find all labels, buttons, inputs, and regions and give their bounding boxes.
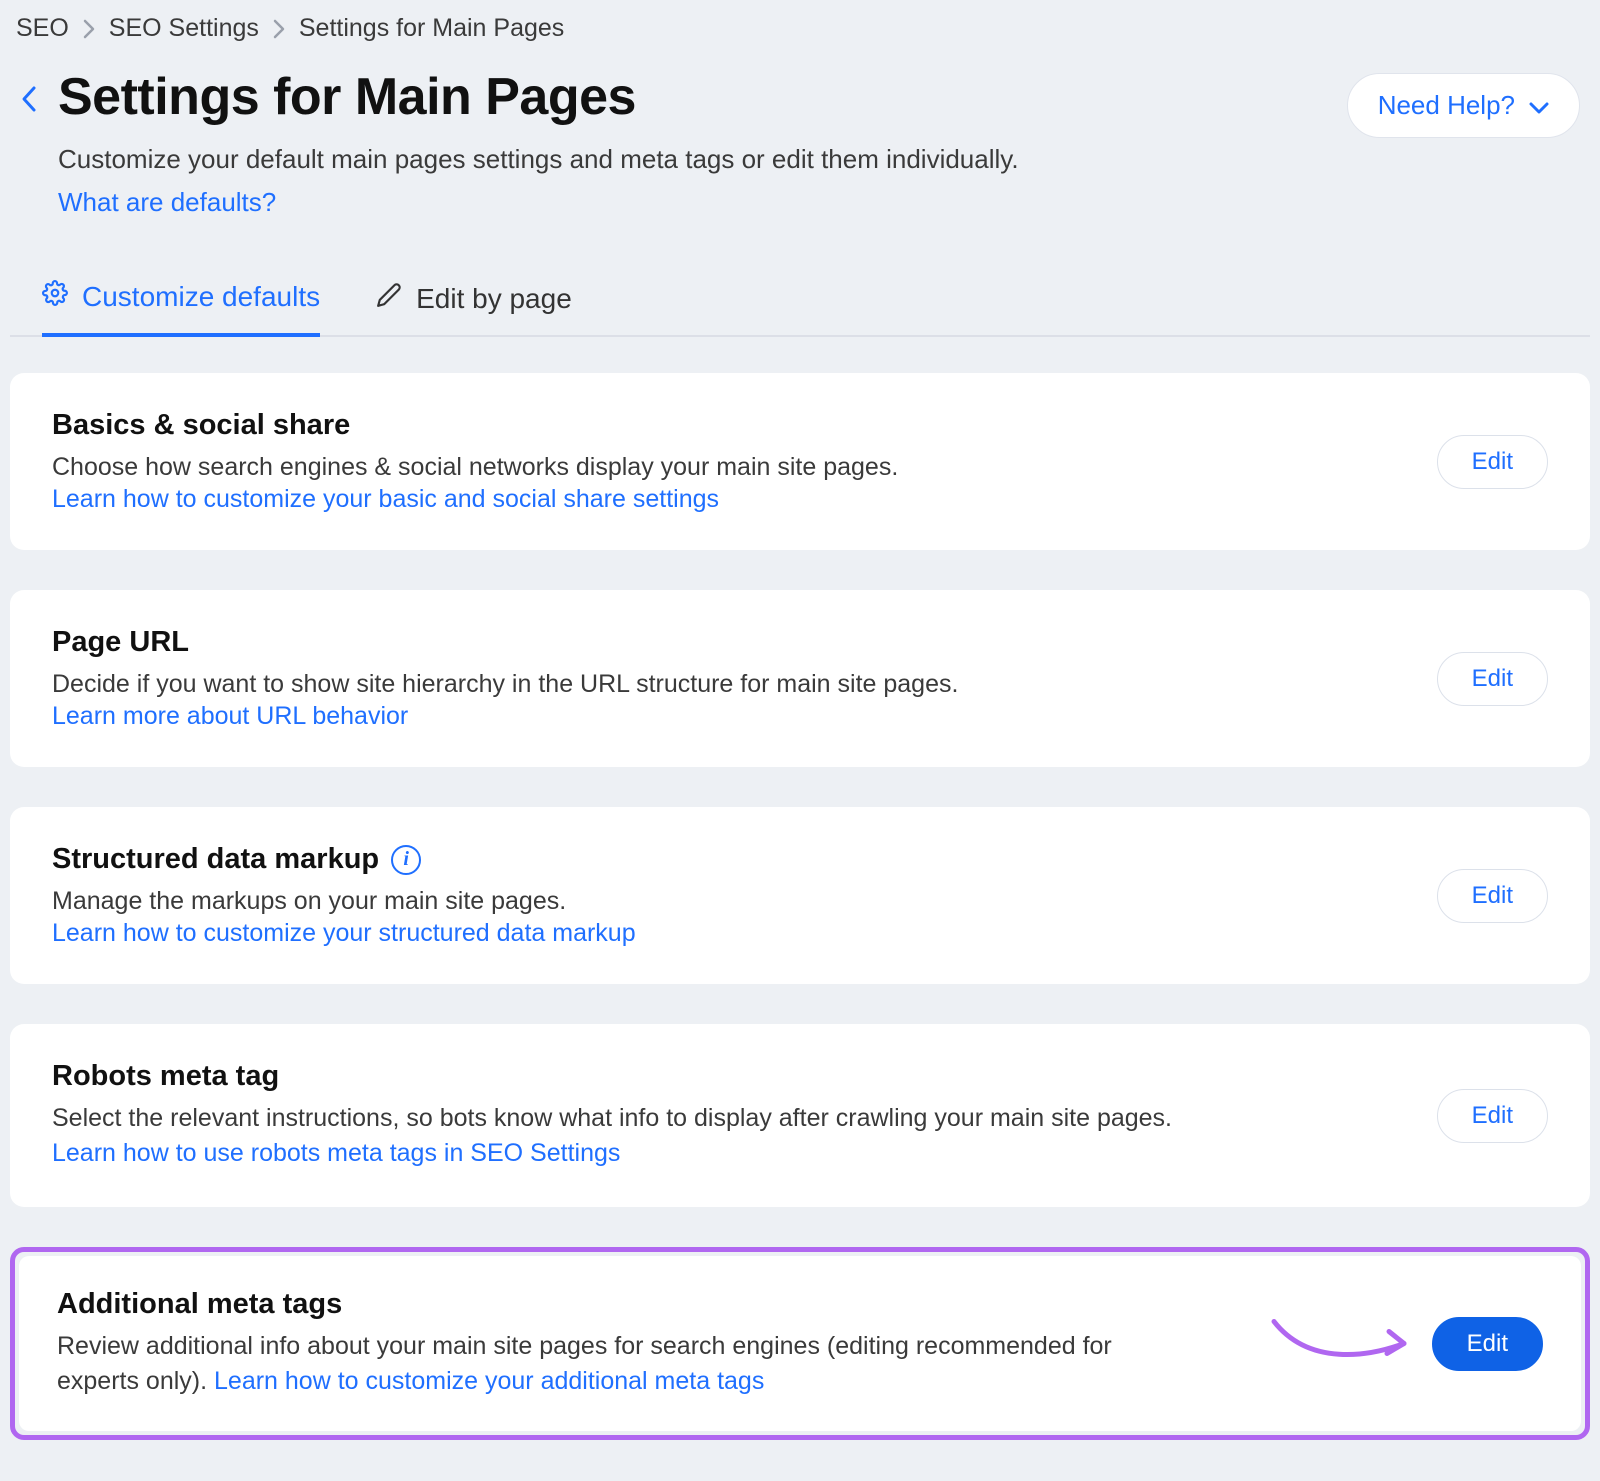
card-title-additional: Additional meta tags (57, 1288, 1392, 1321)
card-desc-robots-text: Select the relevant instructions, so bot… (52, 1104, 1172, 1132)
page-title: Settings for Main Pages (58, 67, 1019, 127)
gear-icon (42, 280, 68, 313)
tab-customize-defaults[interactable]: Customize defaults (42, 280, 320, 337)
settings-cards: Basics & social share Choose how search … (10, 373, 1590, 1440)
card-link-robots[interactable]: Learn how to use robots meta tags in SEO… (52, 1139, 620, 1167)
card-link-additional[interactable]: Learn how to customize your additional m… (214, 1367, 764, 1395)
chevron-right-icon (83, 19, 95, 39)
highlight-additional-meta: Additional meta tags Review additional i… (10, 1247, 1590, 1440)
card-title-page-url: Page URL (52, 626, 1397, 659)
card-structured-data: Structured data markup i Manage the mark… (10, 807, 1590, 984)
tabs: Customize defaults Edit by page (10, 280, 1590, 337)
what-are-defaults-link[interactable]: What are defaults? (58, 187, 276, 218)
edit-button-page-url[interactable]: Edit (1437, 652, 1548, 706)
card-desc-page-url: Decide if you want to show site hierarch… (52, 667, 1172, 702)
card-title-robots: Robots meta tag (52, 1060, 1397, 1093)
tab-edit-by-page[interactable]: Edit by page (376, 280, 572, 337)
card-title-structured: Structured data markup i (52, 843, 1397, 876)
card-title-structured-text: Structured data markup (52, 843, 379, 876)
edit-button-structured[interactable]: Edit (1437, 869, 1548, 923)
edit-button-basics[interactable]: Edit (1437, 435, 1548, 489)
card-link-structured[interactable]: Learn how to customize your structured d… (52, 919, 636, 947)
page-header: Settings for Main Pages Customize your d… (10, 67, 1590, 218)
breadcrumb-current: Settings for Main Pages (299, 14, 564, 43)
info-icon[interactable]: i (391, 845, 421, 875)
card-basics-social-share: Basics & social share Choose how search … (10, 373, 1590, 550)
card-page-url: Page URL Decide if you want to show site… (10, 590, 1590, 767)
back-icon[interactable] (20, 67, 38, 118)
card-link-page-url[interactable]: Learn more about URL behavior (52, 702, 408, 730)
breadcrumb-seo[interactable]: SEO (16, 14, 69, 43)
tab-customize-label: Customize defaults (82, 281, 320, 313)
card-title-basics: Basics & social share (52, 409, 1397, 442)
breadcrumb-seo-settings[interactable]: SEO Settings (109, 14, 259, 43)
card-desc-robots: Select the relevant instructions, so bot… (52, 1101, 1172, 1171)
card-robots-meta: Robots meta tag Select the relevant inst… (10, 1024, 1590, 1207)
edit-button-additional[interactable]: Edit (1432, 1317, 1543, 1371)
card-link-basics[interactable]: Learn how to customize your basic and so… (52, 485, 719, 513)
chevron-down-icon (1529, 90, 1549, 121)
page-subtitle: Customize your default main pages settin… (58, 141, 1019, 177)
need-help-button[interactable]: Need Help? (1347, 73, 1580, 138)
card-desc-additional: Review additional info about your main s… (57, 1329, 1177, 1399)
pencil-icon (376, 282, 402, 315)
chevron-right-icon (273, 19, 285, 39)
tab-edit-by-page-label: Edit by page (416, 283, 572, 315)
need-help-label: Need Help? (1378, 90, 1515, 121)
breadcrumb: SEO SEO Settings Settings for Main Pages (10, 10, 1590, 67)
card-desc-basics: Choose how search engines & social netwo… (52, 450, 1172, 485)
card-additional-meta: Additional meta tags Review additional i… (19, 1256, 1581, 1431)
edit-button-robots[interactable]: Edit (1437, 1089, 1548, 1143)
card-desc-structured: Manage the markups on your main site pag… (52, 884, 1172, 919)
